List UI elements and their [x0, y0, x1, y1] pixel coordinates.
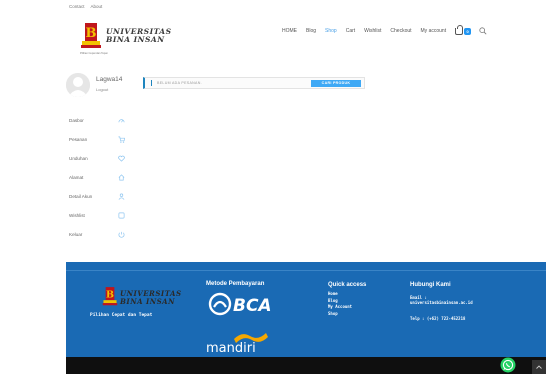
nav-checkout[interactable]: Checkout — [390, 28, 411, 34]
menu-item-alamat[interactable]: Alamat — [67, 170, 127, 189]
menu-item-dasbor[interactable]: Dasbor — [67, 113, 127, 132]
menu-label: Unduhan — [69, 156, 88, 161]
menu-label: Keluar — [69, 232, 83, 237]
bca-logo: BCA — [208, 292, 272, 316]
nav-my-account[interactable]: My account — [421, 28, 447, 34]
menu-label: Dasbor — [69, 118, 84, 123]
contact-email: Email : universitasbinainsan.ac.id — [410, 295, 473, 305]
cart-icon — [118, 136, 125, 143]
nav-home[interactable]: HOME — [282, 28, 297, 34]
footer-tagline: Pilihan Cepat dan Tepat — [90, 313, 153, 318]
footer-logo[interactable]: B UNIVERSITAS BINA INSAN — [102, 286, 182, 312]
avatar — [66, 73, 90, 97]
browse-products-button[interactable]: CARI PRODUK — [311, 79, 361, 87]
footer-divider — [66, 270, 546, 271]
shopping-bag-icon — [455, 24, 464, 35]
notice-message: BELUM ADA PESANAN. — [157, 81, 202, 85]
logout-icon — [118, 231, 125, 238]
contact-heading: Hubungi Kami — [410, 282, 451, 288]
heart-icon — [118, 155, 125, 162]
mandiri-logo: mandiri — [206, 333, 268, 355]
top-bar: Contact About — [69, 4, 107, 9]
svg-text:B: B — [106, 289, 114, 300]
logo-wordmark: UNIVERSITAS BINA INSAN — [106, 28, 172, 44]
footer-logo-wordmark: UNIVERSITAS BINA INSAN — [120, 290, 182, 306]
university-logo-icon: B — [81, 23, 101, 48]
footer-logo-line-2: BINA INSAN — [120, 297, 176, 306]
quick-access-list: Home Blog My Account Shop — [328, 291, 352, 317]
menu-item-keluar[interactable]: Keluar — [67, 227, 127, 246]
info-icon — [151, 80, 152, 86]
menu-item-pesanan[interactable]: Pesanan — [67, 132, 127, 151]
main-nav: HOME Blog Shop Cart Wishlist Checkout My… — [282, 24, 487, 35]
menu-label: Wishlist — [69, 213, 85, 218]
site-logo[interactable]: B UNIVERSITAS BINA INSAN Pilihan Cepat d… — [80, 22, 190, 56]
dashboard-icon — [118, 119, 125, 123]
university-logo-icon: B — [102, 287, 118, 306]
menu-label: Pesanan — [69, 137, 88, 142]
search-icon[interactable] — [479, 27, 487, 35]
contact-phone: Telp : (+62) 722-452218 — [410, 316, 466, 321]
whatsapp-icon[interactable] — [500, 357, 516, 373]
site-footer: B UNIVERSITAS BINA INSAN Pilihan Cepat d… — [66, 262, 546, 374]
account-navigation: Dasbor Pesanan Unduhan Alamat Detail Aku… — [67, 113, 127, 246]
header-cart[interactable]: 0 — [455, 24, 472, 35]
default-avatar-icon — [66, 73, 90, 97]
menu-label: Detail Akun — [69, 194, 93, 199]
logout-link[interactable]: Logout — [96, 87, 108, 92]
topbar-contact-link[interactable]: Contact — [69, 4, 85, 9]
user-name: Lagwa14 — [96, 76, 123, 83]
menu-label: Alamat — [69, 175, 84, 180]
home-icon — [118, 174, 125, 181]
svg-text:B: B — [86, 26, 97, 41]
back-to-top-button[interactable] — [532, 360, 546, 374]
logo-tagline: Pilihan Cepat dan Tepat — [80, 52, 108, 55]
cart-count-badge: 0 — [464, 27, 472, 35]
mandiri-wordmark: mandiri — [206, 341, 256, 355]
footer-link-shop[interactable]: Shop — [328, 311, 352, 318]
nav-cart[interactable]: Cart — [346, 28, 355, 34]
quick-access-heading: Quick access — [328, 282, 367, 288]
wishlist-icon — [118, 212, 125, 219]
footer-link-my-account[interactable]: My Account — [328, 304, 352, 311]
user-profile: Lagwa14 Logout — [66, 73, 126, 99]
payment-heading: Metode Pembayaran — [206, 281, 265, 287]
chevron-up-icon — [536, 365, 542, 369]
footer-bottom-bar — [66, 357, 546, 374]
bca-wordmark: BCA — [233, 296, 272, 316]
nav-shop[interactable]: Shop — [325, 28, 337, 34]
logo-line-2: BINA INSAN — [106, 35, 165, 44]
nav-blog[interactable]: Blog — [306, 28, 316, 34]
topbar-about-link[interactable]: About — [91, 4, 103, 9]
nav-wishlist[interactable]: Wishlist — [364, 28, 381, 34]
user-icon — [118, 193, 125, 200]
menu-item-unduhan[interactable]: Unduhan — [67, 151, 127, 170]
email-value[interactable]: universitasbinainsan.ac.id — [410, 300, 473, 305]
orders-notice: BELUM ADA PESANAN. CARI PRODUK — [143, 77, 365, 89]
menu-item-wishlist[interactable]: Wishlist — [67, 208, 127, 227]
menu-item-detail-akun[interactable]: Detail Akun — [67, 189, 127, 208]
